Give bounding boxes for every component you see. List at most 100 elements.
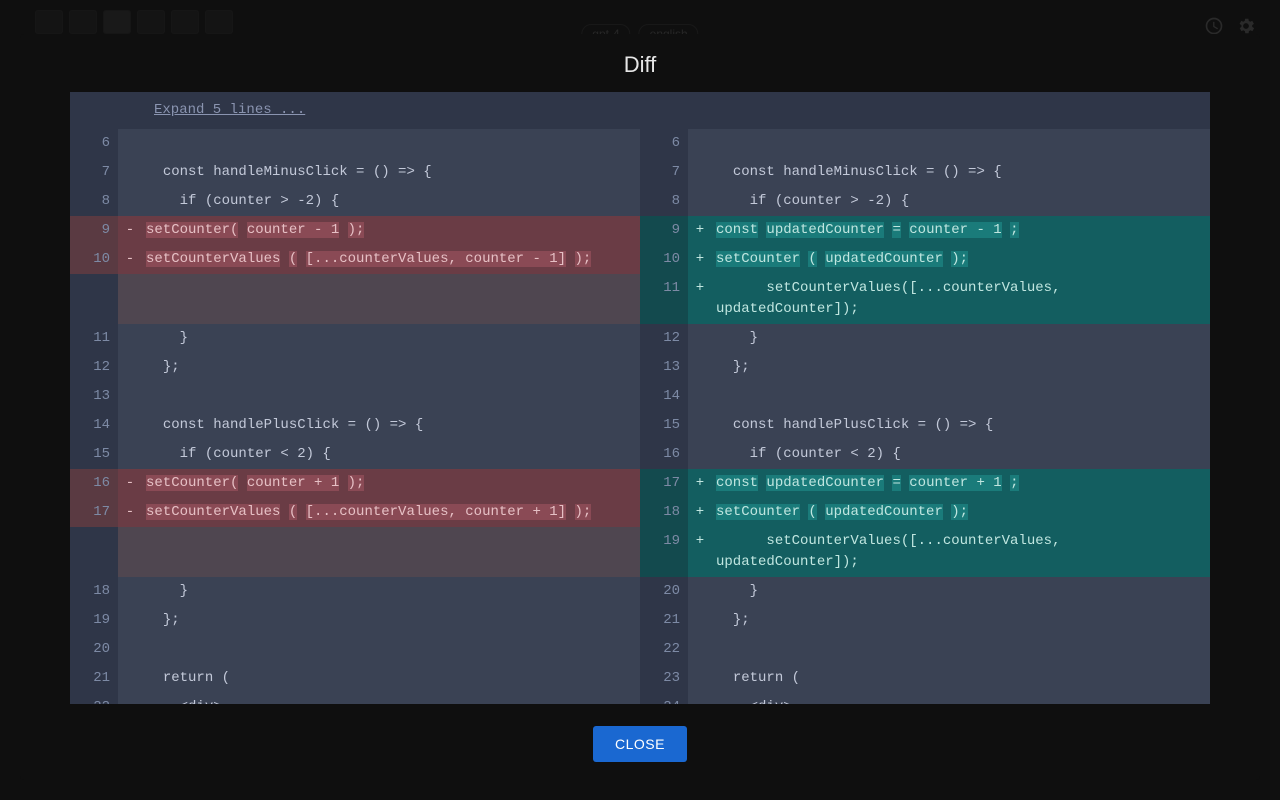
line-number-left: 14 [70, 411, 118, 440]
line-number-left: 18 [70, 577, 118, 606]
code-deleted: setCounter( counter - 1 ); [142, 216, 640, 245]
code-right [712, 129, 1210, 158]
code-right: <div> [712, 693, 1210, 704]
plus-sign: + [688, 274, 712, 324]
line-number-right: 11 [640, 274, 688, 324]
line-number-left: 22 [70, 693, 118, 704]
code-left: } [142, 577, 640, 606]
code-deleted: setCounterValues ( [...counterValues, co… [142, 498, 640, 527]
diff-row-context: 15 if (counter < 2) {16 if (counter < 2)… [70, 440, 1210, 469]
code-added: setCounterValues([...counterValues, upda… [712, 527, 1210, 577]
code-right: const handlePlusClick = () => { [712, 411, 1210, 440]
diff-row-context: 18 }20 } [70, 577, 1210, 606]
plus-sign: + [688, 245, 712, 274]
line-number-right: 24 [640, 693, 688, 704]
expand-link[interactable]: Expand 5 lines ... [146, 96, 313, 125]
code-right: }; [712, 606, 1210, 635]
code-left: return ( [142, 664, 640, 693]
code-right: }; [712, 353, 1210, 382]
line-number-left: 7 [70, 158, 118, 187]
line-number-right: 20 [640, 577, 688, 606]
line-number-right: 12 [640, 324, 688, 353]
diff-row-context: 22 <div>24 <div> [70, 693, 1210, 704]
minus-sign: - [118, 245, 142, 274]
line-number-right: 22 [640, 635, 688, 664]
expand-row[interactable]: Expand 5 lines ... [70, 92, 1210, 129]
line-number-left: 11 [70, 324, 118, 353]
code-left: if (counter > -2) { [142, 187, 640, 216]
code-left [142, 129, 640, 158]
code-right: const handleMinusClick = () => { [712, 158, 1210, 187]
code-added: const updatedCounter = counter + 1 ; [712, 469, 1210, 498]
line-number-right: 13 [640, 353, 688, 382]
minus-sign: - [118, 216, 142, 245]
code-added: setCounterValues([...counterValues, upda… [712, 274, 1210, 324]
line-number-right: 21 [640, 606, 688, 635]
diff-row-added: 11+ setCounterValues([...counterValues, … [70, 274, 1210, 324]
diff-row-changed: 10-setCounterValues ( [...counterValues,… [70, 245, 1210, 274]
diff-modal: Diff Expand 5 lines ...667 const handleM… [20, 34, 1260, 780]
diff-row-context: 19 };21 }; [70, 606, 1210, 635]
code-right: if (counter > -2) { [712, 187, 1210, 216]
diff-row-changed: 16-setCounter( counter + 1 );17+const up… [70, 469, 1210, 498]
line-number-right: 10 [640, 245, 688, 274]
diff-row-context: 12 };13 }; [70, 353, 1210, 382]
diff-row-context: 8 if (counter > -2) {8 if (counter > -2)… [70, 187, 1210, 216]
code-left: }; [142, 353, 640, 382]
line-number-left: 10 [70, 245, 118, 274]
minus-sign: - [118, 498, 142, 527]
line-number-left: 9 [70, 216, 118, 245]
code-right [712, 635, 1210, 664]
line-number-left: 15 [70, 440, 118, 469]
code-deleted: setCounterValues ( [...counterValues, co… [142, 245, 640, 274]
code-right: if (counter < 2) { [712, 440, 1210, 469]
line-number-right: 14 [640, 382, 688, 411]
modal-title: Diff [20, 34, 1260, 92]
line-number-right: 23 [640, 664, 688, 693]
line-number-left: 21 [70, 664, 118, 693]
line-number-left: 6 [70, 129, 118, 158]
code-left: }; [142, 606, 640, 635]
diff-row-context: 7 const handleMinusClick = () => {7 cons… [70, 158, 1210, 187]
diff-row-context: 21 return (23 return ( [70, 664, 1210, 693]
diff-row-changed: 9-setCounter( counter - 1 );9+const upda… [70, 216, 1210, 245]
line-number-right: 6 [640, 129, 688, 158]
line-number-left: 8 [70, 187, 118, 216]
line-number-left: 12 [70, 353, 118, 382]
line-number-left: 19 [70, 606, 118, 635]
line-number-right: 9 [640, 216, 688, 245]
close-button[interactable]: CLOSE [593, 726, 687, 762]
code-added: setCounter ( updatedCounter ); [712, 498, 1210, 527]
diff-row-context: 66 [70, 129, 1210, 158]
line-number-left: 20 [70, 635, 118, 664]
code-right: } [712, 577, 1210, 606]
code-deleted: setCounter( counter + 1 ); [142, 469, 640, 498]
diff-table: Expand 5 lines ...667 const handleMinusC… [70, 92, 1210, 704]
line-number-right: 7 [640, 158, 688, 187]
code-added: setCounter ( updatedCounter ); [712, 245, 1210, 274]
line-number-left: 13 [70, 382, 118, 411]
code-left: <div> [142, 693, 640, 704]
line-number-right: 8 [640, 187, 688, 216]
line-number-right: 16 [640, 440, 688, 469]
diff-row-context: 13 14 [70, 382, 1210, 411]
code-left: if (counter < 2) { [142, 440, 640, 469]
plus-sign: + [688, 469, 712, 498]
plus-sign: + [688, 498, 712, 527]
minus-sign: - [118, 469, 142, 498]
diff-row-changed: 17-setCounterValues ( [...counterValues,… [70, 498, 1210, 527]
plus-sign: + [688, 527, 712, 577]
plus-sign: + [688, 216, 712, 245]
code-left: const handleMinusClick = () => { [142, 158, 640, 187]
diff-row-context: 14 const handlePlusClick = () => {15 con… [70, 411, 1210, 440]
diff-row-context: 11 }12 } [70, 324, 1210, 353]
diff-row-added: 19+ setCounterValues([...counterValues, … [70, 527, 1210, 577]
diff-viewer[interactable]: Expand 5 lines ...667 const handleMinusC… [70, 92, 1210, 704]
diff-row-context: 2022 [70, 635, 1210, 664]
code-right [712, 382, 1210, 411]
code-left [142, 382, 640, 411]
code-right: return ( [712, 664, 1210, 693]
code-left: } [142, 324, 640, 353]
line-number-left: 16 [70, 469, 118, 498]
code-left: const handlePlusClick = () => { [142, 411, 640, 440]
